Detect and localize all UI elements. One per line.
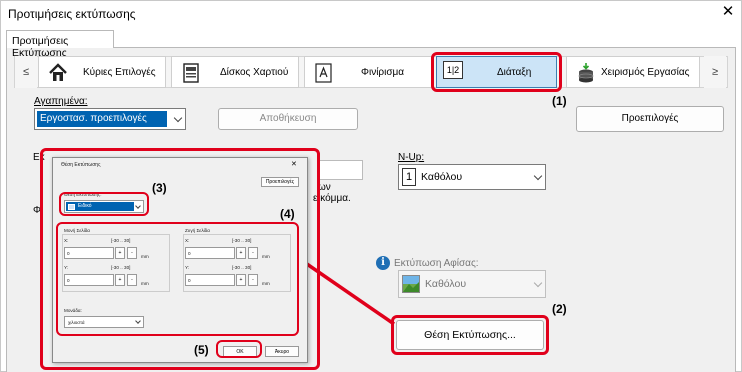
nav-item-job-handling[interactable]: Χειρισμός Εργασίας xyxy=(566,56,700,88)
favorites-selected-value: Εργοστασ. προεπιλογές xyxy=(37,111,167,127)
callout-highlight-1 xyxy=(431,52,562,92)
window-title: Προτιμήσεις εκτύπωσης xyxy=(8,7,136,21)
scroll-left-button[interactable]: ≤ xyxy=(15,56,37,88)
nav-item-main[interactable]: Κύριες Επιλογές xyxy=(38,56,166,88)
chevron-down-icon xyxy=(533,171,543,181)
poster-value: Καθόλου xyxy=(425,278,467,290)
chevron-down-icon xyxy=(173,113,183,123)
callout-label-2: (2) xyxy=(552,302,567,316)
callout-highlight-2 xyxy=(391,315,549,355)
scroll-right-button[interactable]: ≥ xyxy=(704,56,726,88)
nav-item-paper-tray[interactable]: Δίσκος Χαρτιού xyxy=(171,56,299,88)
nav-item-label: Χειρισμός Εργασίας xyxy=(601,67,690,78)
callout-label-3: (3) xyxy=(152,181,167,195)
callout-label-1: (1) xyxy=(552,94,567,108)
callout-label-4: (4) xyxy=(280,207,295,221)
tab-printing-preferences[interactable]: Προτιμήσεις Εκτύπωσης xyxy=(6,30,114,59)
finishing-icon xyxy=(313,62,335,84)
favorites-label: Αγαπημένα: xyxy=(34,96,88,107)
nup-icon: 1 xyxy=(402,168,416,186)
callout-highlight-3 xyxy=(59,192,149,216)
tab-divider xyxy=(114,47,736,48)
favorites-select[interactable]: Εργοστασ. προεπιλογές xyxy=(34,108,186,130)
callout-label-5: (5) xyxy=(194,343,209,357)
job-handling-icon xyxy=(575,62,597,84)
nup-select[interactable]: 1 Καθόλου xyxy=(398,164,546,190)
nav-item-finishing[interactable]: Φινίρισμα xyxy=(304,56,432,88)
obscured-field xyxy=(318,160,363,180)
callout-highlight-5 xyxy=(216,340,262,358)
nup-value: Καθόλου xyxy=(421,171,463,183)
nav-item-label: Κύριες Επιλογές xyxy=(83,67,156,78)
poster-select[interactable]: Καθόλου xyxy=(398,270,546,298)
chevron-down-icon xyxy=(533,278,543,288)
close-icon[interactable]: ✕ xyxy=(719,3,737,21)
home-icon xyxy=(47,62,69,84)
save-button[interactable]: Αποθήκευση xyxy=(218,108,358,130)
paper-tray-icon xyxy=(180,62,202,84)
nav-item-label: Φινίρισμα xyxy=(361,67,405,78)
defaults-button[interactable]: Προεπιλογές xyxy=(576,106,724,132)
callout-highlight-4 xyxy=(56,222,299,336)
nup-label: N-Up: xyxy=(398,152,425,163)
nav-item-label: Δίσκος Χαρτιού xyxy=(220,67,289,78)
